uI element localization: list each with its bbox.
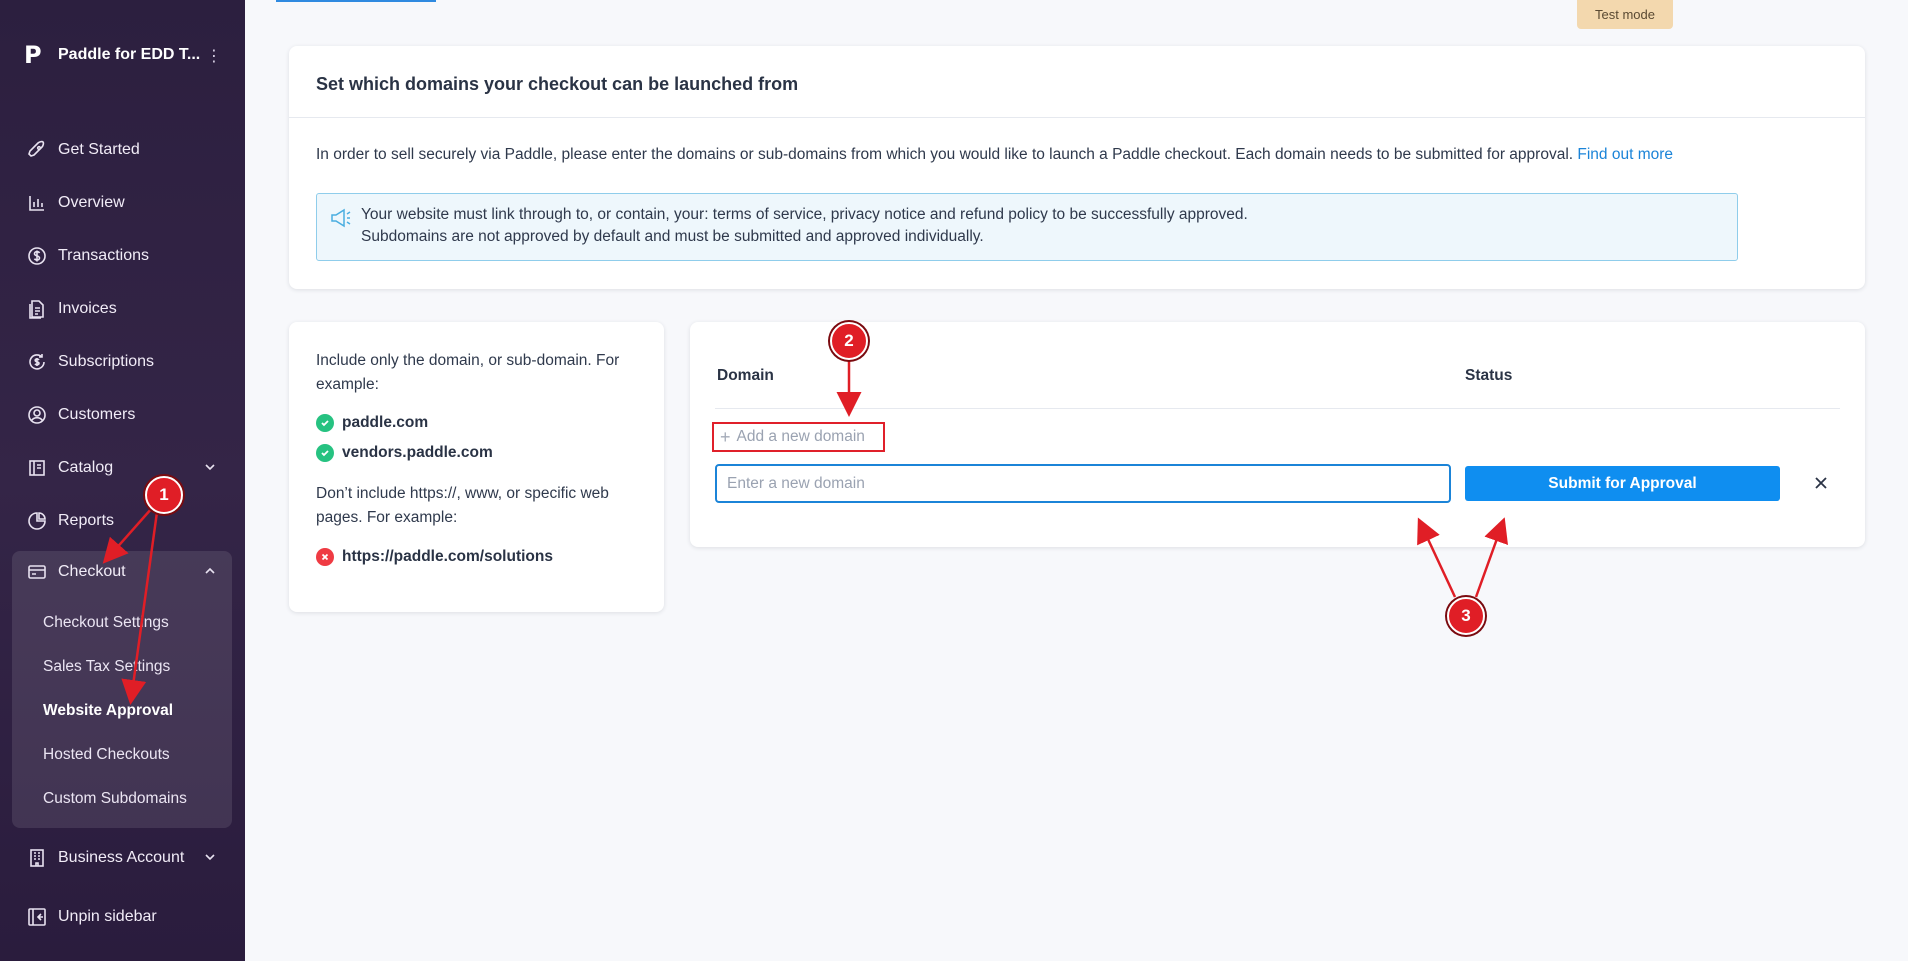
sidebar-item-reports[interactable]: Reports xyxy=(12,499,233,543)
domain-help-card: Include only the domain, or sub-domain. … xyxy=(289,322,664,612)
user-circle-icon xyxy=(26,404,48,426)
sidebar-item-catalog[interactable]: Catalog xyxy=(12,446,233,490)
sidebar-item-checkout[interactable]: Checkout xyxy=(12,550,233,594)
sidebar-item-label: Catalog xyxy=(58,459,114,476)
good-example: paddle.com xyxy=(316,414,428,432)
add-domain-label: Add a new domain xyxy=(736,428,865,445)
sidebar-item-label: Get Started xyxy=(58,141,140,158)
sidebar-item-label: Overview xyxy=(58,194,125,211)
domain-table-card: Domain Status + Add a new domain Submit … xyxy=(690,322,1865,547)
good-example: vendors.paddle.com xyxy=(316,444,493,462)
sidebar-item-label: Unpin sidebar xyxy=(58,908,157,925)
top-tab-indicator xyxy=(276,0,436,2)
check-circle-icon xyxy=(316,414,334,432)
sidebar-subitem-custom-subdomains[interactable]: Custom Subdomains xyxy=(43,790,187,808)
sidebar-item-invoices[interactable]: Invoices xyxy=(12,287,233,331)
chevron-down-icon xyxy=(203,850,217,869)
sidebar-item-business-account[interactable]: Business Account xyxy=(12,836,233,880)
kebab-menu-icon[interactable]: ⋮ xyxy=(206,46,222,66)
sidebar: P Paddle for EDD T... ⋮ Get Started Over… xyxy=(0,0,245,961)
refresh-dollar-icon xyxy=(26,351,48,373)
megaphone-icon xyxy=(329,206,353,230)
sidebar-item-label: Invoices xyxy=(58,300,117,317)
exclude-text: Don’t include https://, www, or specific… xyxy=(316,485,609,526)
sidebar-item-get-started[interactable]: Get Started xyxy=(12,128,233,172)
sidebar-subitem-sales-tax-settings[interactable]: Sales Tax Settings xyxy=(43,658,170,676)
card-divider xyxy=(289,117,1865,118)
dollar-circle-icon xyxy=(26,245,48,267)
sidebar-item-label: Reports xyxy=(58,512,115,529)
bad-example: https://paddle.com/solutions xyxy=(316,548,553,566)
find-out-more-link[interactable]: Find out more xyxy=(1577,146,1673,163)
notice-box: Your website must link through to, or co… xyxy=(316,193,1738,261)
credit-card-icon xyxy=(26,561,48,583)
sidebar-item-customers[interactable]: Customers xyxy=(12,393,233,437)
column-header-status: Status xyxy=(1465,367,1513,384)
card-title: Set which domains your checkout can be l… xyxy=(316,74,799,94)
sidebar-item-label: Transactions xyxy=(58,247,149,264)
bar-chart-icon xyxy=(26,192,48,214)
new-domain-input[interactable] xyxy=(715,464,1451,503)
sidebar-item-label: Business Account xyxy=(58,849,185,866)
sidebar-item-overview[interactable]: Overview xyxy=(12,181,233,225)
good-example-text: paddle.com xyxy=(342,414,429,431)
chevron-up-icon xyxy=(203,564,217,583)
description-text: In order to sell securely via Paddle, pl… xyxy=(316,146,1574,163)
chevron-down-icon xyxy=(203,460,217,479)
sidebar-item-label: Customers xyxy=(58,406,136,423)
sidebar-item-transactions[interactable]: Transactions xyxy=(12,234,233,278)
close-icon[interactable] xyxy=(1810,472,1832,494)
include-text: Include only the domain, or sub-domain. … xyxy=(316,352,620,393)
sidebar-item-label: Subscriptions xyxy=(58,353,155,370)
submit-for-approval-button[interactable]: Submit for Approval xyxy=(1465,466,1780,501)
sidebar-item-unpin[interactable]: Unpin sidebar xyxy=(12,895,233,939)
annotation-marker-3: 3 xyxy=(1447,597,1485,635)
notice-line-2: Subdomains are not approved by default a… xyxy=(361,228,984,245)
sidebar-subitem-website-approval[interactable]: Website Approval xyxy=(43,702,173,720)
paddle-logo-icon: P xyxy=(24,41,42,69)
pie-chart-icon xyxy=(26,510,48,532)
unpin-icon xyxy=(26,906,48,928)
annotation-marker-2: 2 xyxy=(830,322,868,360)
sidebar-item-subscriptions[interactable]: Subscriptions xyxy=(12,340,233,384)
good-example-text: vendors.paddle.com xyxy=(342,444,493,461)
plus-icon: + xyxy=(720,426,731,447)
notice-line-1: Your website must link through to, or co… xyxy=(361,206,1248,223)
column-header-domain: Domain xyxy=(717,367,774,384)
brand-name: Paddle for EDD T... xyxy=(58,46,201,63)
x-circle-icon xyxy=(316,548,334,566)
card-description: In order to sell securely via Paddle, pl… xyxy=(316,146,1673,164)
sidebar-item-label: Checkout xyxy=(58,563,126,580)
domains-info-card: Set which domains your checkout can be l… xyxy=(289,46,1865,289)
building-icon xyxy=(26,847,48,869)
invoice-icon xyxy=(26,298,48,320)
sidebar-subitem-checkout-settings[interactable]: Checkout Settings xyxy=(43,614,169,632)
check-circle-icon xyxy=(316,444,334,462)
header-divider xyxy=(715,408,1840,409)
book-icon xyxy=(26,457,48,479)
sidebar-subitem-hosted-checkouts[interactable]: Hosted Checkouts xyxy=(43,746,170,764)
bad-example-text: https://paddle.com/solutions xyxy=(342,548,553,565)
brand[interactable]: P Paddle for EDD T... ⋮ xyxy=(24,41,222,69)
annotation-marker-1: 1 xyxy=(145,476,183,514)
test-mode-badge: Test mode xyxy=(1577,0,1673,29)
rocket-icon xyxy=(26,139,48,161)
add-new-domain-button[interactable]: + Add a new domain xyxy=(712,422,885,452)
